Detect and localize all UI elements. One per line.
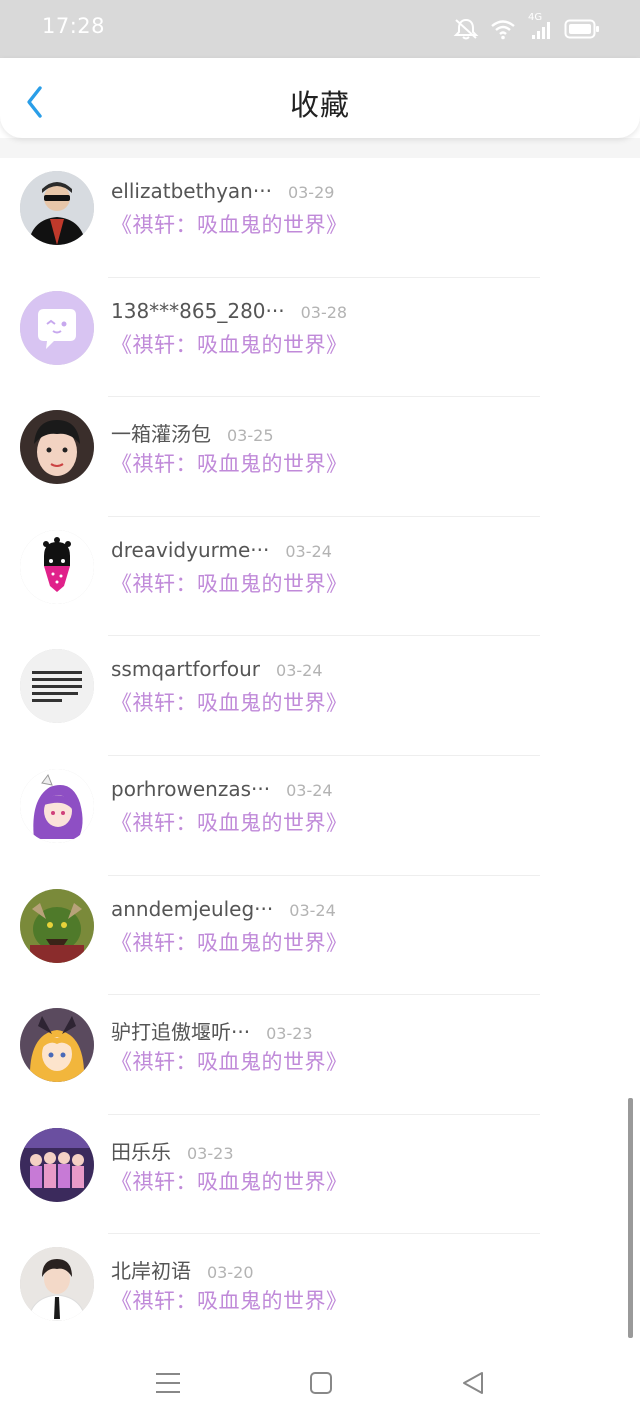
status-icons: 4G [452,12,600,42]
book-title-link[interactable]: 《祺轩：吸血鬼的世界》 [111,448,348,478]
favorite-date: 03-24 [289,900,336,920]
list-item[interactable]: ssmqartforfour 03-24 《祺轩：吸血鬼的世界》 [0,636,640,756]
favorites-list: ellizatbethyan··· 03-29 《祺轩：吸血鬼的世界》 138**… [0,158,640,1354]
user-name: anndemjeuleg··· 03-24 [111,896,336,921]
list-top-gap [0,138,640,158]
favorite-date: 03-24 [286,780,333,800]
list-item[interactable]: porhrowenzas··· 03-24 《祺轩：吸血鬼的世界》 [0,756,640,876]
user-name: dreavidyurme··· 03-24 [111,537,332,562]
avatar[interactable] [20,529,94,604]
book-title-link[interactable]: 《祺轩：吸血鬼的世界》 [111,1285,348,1315]
battery-icon [564,18,600,40]
status-time: 17:28 [42,14,106,38]
favorite-date: 03-25 [227,426,274,446]
avatar[interactable] [20,1008,94,1083]
user-name: 驴打追傲堰听··· 03-23 [111,1020,313,1045]
favorite-date: 03-24 [276,661,323,681]
back-nav-button[interactable] [458,1370,488,1396]
home-square-icon [306,1372,336,1400]
avatar[interactable] [20,768,94,843]
title-bar: 收藏 [0,58,640,138]
back-triangle-icon [458,1372,488,1400]
book-title-link[interactable]: 《祺轩：吸血鬼的世界》 [111,807,348,837]
avatar[interactable] [20,410,94,485]
list-item[interactable]: 北岸初语 03-20 《祺轩：吸血鬼的世界》 [0,1234,640,1354]
scrollbar[interactable] [628,1098,633,1338]
favorite-date: 03-24 [285,541,332,561]
favorite-date: 03-28 [300,302,348,322]
favorite-date: 03-23 [187,1143,234,1163]
book-title-link[interactable]: 《祺轩：吸血鬼的世界》 [111,568,348,598]
user-name: ellizatbethyan··· 03-29 [111,179,335,203]
mute-bell-icon [452,17,480,41]
favorite-date: 03-20 [207,1263,254,1283]
list-item[interactable]: 138***865_280··· 03-28 《祺轩：吸血鬼的世界》 [0,278,640,398]
wifi-icon [490,18,516,40]
avatar[interactable] [20,1127,94,1202]
book-title-link[interactable]: 《祺轩：吸血鬼的世界》 [111,1046,348,1076]
home-button[interactable] [306,1370,336,1396]
menu-button[interactable] [153,1370,183,1396]
avatar[interactable] [20,1247,94,1322]
book-title-link[interactable]: 《祺轩：吸血鬼的世界》 [111,927,348,957]
menu-icon [153,1373,183,1400]
list-item[interactable]: 田乐乐 03-23 《祺轩：吸血鬼的世界》 [0,1115,640,1235]
user-name: 北岸初语 03-20 [111,1259,254,1284]
avatar[interactable] [20,171,94,245]
avatar[interactable] [20,290,94,365]
favorite-date: 03-23 [266,1024,313,1044]
user-name: 138***865_280··· 03-28 [111,298,348,323]
signal-icon: 4G [526,12,554,41]
book-title-link[interactable]: 《祺轩：吸血鬼的世界》 [111,329,348,359]
list-item[interactable]: dreavidyurme··· 03-24 《祺轩：吸血鬼的世界》 [0,517,640,637]
status-bar: 17:28 4G [0,0,640,58]
list-item[interactable]: ellizatbethyan··· 03-29 《祺轩：吸血鬼的世界》 [0,158,640,278]
user-name: 一箱灌汤包 03-25 [111,422,274,447]
user-name: porhrowenzas··· 03-24 [111,776,333,801]
user-name: ssmqartforfour 03-24 [111,657,323,682]
avatar[interactable] [20,888,94,963]
system-nav-bar [0,1342,640,1422]
network-label: 4G [528,12,543,23]
page-title: 收藏 [289,88,350,122]
book-title-link[interactable]: 《祺轩：吸血鬼的世界》 [111,209,348,239]
avatar[interactable] [20,649,94,724]
favorite-date: 03-29 [287,183,335,202]
list-item[interactable]: 一箱灌汤包 03-25 《祺轩：吸血鬼的世界》 [0,397,640,517]
book-title-link[interactable]: 《祺轩：吸血鬼的世界》 [111,687,348,717]
list-item[interactable]: anndemjeuleg··· 03-24 《祺轩：吸血鬼的世界》 [0,876,640,996]
book-title-link[interactable]: 《祺轩：吸血鬼的世界》 [111,1166,348,1196]
list-item[interactable]: 驴打追傲堰听··· 03-23 《祺轩：吸血鬼的世界》 [0,995,640,1115]
user-name: 田乐乐 03-23 [111,1139,234,1164]
